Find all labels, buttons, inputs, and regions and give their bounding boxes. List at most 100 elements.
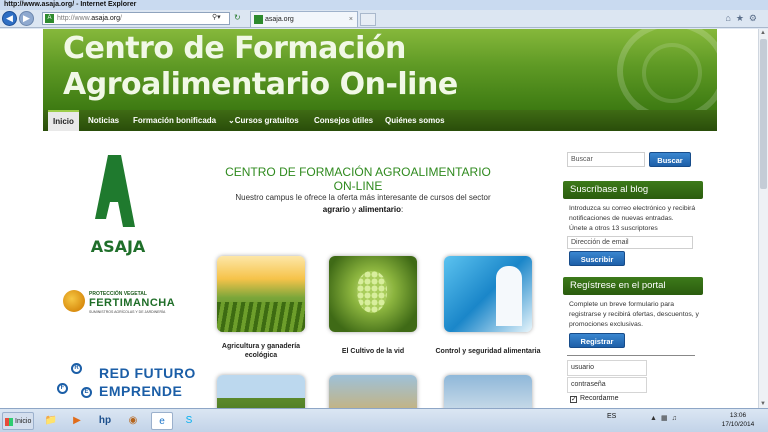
intro-bold-agrario: agrario — [322, 205, 350, 214]
address-domain: asaja.org — [91, 15, 121, 22]
red-circle-e: E — [81, 387, 92, 398]
course-image-seguridad[interactable] — [444, 256, 532, 332]
red-futuro-circles-icon: R F E — [57, 363, 95, 401]
intro-part1: Nuestro campus le ofrece la oferta más i… — [235, 193, 491, 202]
remember-label: Recordarme — [580, 395, 619, 402]
address-suffix: / — [120, 15, 122, 22]
sidebar-divider — [567, 355, 695, 356]
username-field[interactable]: usuario — [567, 360, 647, 376]
settings-gear-icon[interactable]: ⚙ — [749, 13, 762, 23]
fertimancha-mark-icon — [63, 290, 85, 312]
menu-item-inicio[interactable]: Inicio — [48, 110, 79, 131]
refresh-icon[interactable]: ↻ — [234, 13, 241, 22]
close-tab-icon[interactable]: × — [349, 12, 353, 27]
main-menu: Inicio Noticias Formación bonificada ⌄Cu… — [43, 110, 717, 131]
volume-icon[interactable]: ♫ — [672, 415, 681, 422]
clock[interactable]: 13:06 17/10/2014 — [718, 411, 758, 429]
browser-toolbar: ◀ ▶ A http://www.asaja.org/ ⚲▾ ↻ asaja.o… — [0, 10, 768, 28]
hp-icon[interactable]: hp — [94, 412, 116, 430]
course-label-seguridad[interactable]: Control y seguridad alimentaria — [431, 347, 545, 356]
page-viewport: Centro de Formación Agroalimentario On-l… — [0, 29, 758, 408]
address-bar[interactable]: A http://www.asaja.org/ — [42, 12, 230, 25]
tab-favicon-icon — [254, 15, 263, 24]
course-image-5[interactable] — [329, 375, 417, 408]
course-image-4[interactable] — [217, 375, 305, 408]
fertimancha-name: FERTIMANCHA — [89, 297, 176, 309]
app-icon[interactable]: ◉ — [122, 412, 144, 430]
clock-time: 13:06 — [729, 412, 747, 419]
menu-item-consejos-utiles[interactable]: Consejos útiles — [309, 110, 378, 131]
remember-me[interactable]: ✓ Recordarme — [570, 395, 619, 403]
taskbar: Inicio 📁 ▶ hp ◉ e S ES ▲▦♫ 13:06 17/10/2… — [0, 408, 768, 432]
red-circle-r: R — [71, 363, 82, 374]
email-field[interactable]: Dirección de email — [567, 236, 693, 249]
favorites-star-icon[interactable]: ★ — [736, 13, 749, 23]
site-page: Centro de Formación Agroalimentario On-l… — [43, 29, 717, 408]
site-title-line2: Agroalimentario On-line — [63, 67, 458, 102]
fertimancha-logo[interactable]: PROTECCIÓN VEGETAL FERTIMANCHA SUMINISTR… — [59, 288, 201, 318]
asaja-logo-text: ASAJA — [90, 237, 146, 256]
course-image-6[interactable] — [444, 375, 532, 408]
intro-bold-alimentario: alimentario — [358, 205, 402, 214]
intro-text: Nuestro campus le ofrece la oferta más i… — [233, 192, 493, 216]
chevron-down-icon: ⌄ — [228, 116, 235, 125]
red-futuro-emprende-logo[interactable]: R F E RED FUTURO EMPRENDE — [55, 359, 205, 408]
password-field[interactable]: contraseña — [567, 377, 647, 393]
home-icon[interactable]: ⌂ — [725, 13, 735, 23]
clock-date: 17/10/2014 — [721, 421, 755, 428]
menu-item-quienes-somos[interactable]: Quiénes somos — [380, 110, 450, 131]
scroll-up-icon[interactable]: ▲ — [760, 30, 766, 36]
internet-explorer-icon[interactable]: e — [151, 412, 173, 430]
media-player-icon[interactable]: ▶ — [66, 412, 88, 430]
skype-icon[interactable]: S — [178, 412, 200, 430]
site-favicon-icon: A — [45, 14, 54, 23]
course-label-vid[interactable]: El Cultivo de la vid — [325, 347, 421, 356]
scroll-down-icon[interactable]: ▼ — [760, 401, 766, 407]
subscribe-text: Introduzca su correo electrónico y recib… — [569, 205, 696, 222]
page-title: CENTRO DE FORMACIÓN AGROALIMENTARIO ON-L… — [225, 165, 491, 193]
course-image-vid[interactable] — [329, 256, 417, 332]
menu-item-noticias[interactable]: Noticias — [83, 110, 124, 131]
course-label-agricultura[interactable]: Agricultura y ganadería ecológica — [213, 342, 309, 360]
red-circle-f: F — [57, 383, 68, 394]
system-tray: ▲▦♫ — [650, 414, 681, 422]
window-title: http://www.asaja.org/ - Internet Explore… — [0, 0, 768, 10]
register-button[interactable]: Registrar — [569, 333, 625, 348]
browser-tools: ⌂★⚙ — [725, 13, 762, 24]
register-widget-title: Regístrese en el portal — [563, 277, 703, 295]
folder-icon[interactable]: 📁 — [40, 412, 62, 430]
tab-asaja[interactable]: asaja.org × — [250, 11, 358, 27]
search-dropdown-icon[interactable]: ⚲▾ — [212, 12, 230, 23]
menu-item-cursos-gratuitos[interactable]: ⌄Cursos gratuitos — [223, 110, 304, 131]
start-button[interactable]: Inicio — [2, 412, 34, 430]
intro-part3: : — [401, 205, 404, 214]
menu-item-cursos-gratuitos-label: Cursos gratuitos — [234, 116, 299, 125]
tab-label: asaja.org — [265, 16, 294, 23]
network-icon[interactable]: ▦ — [661, 415, 672, 422]
remember-checkbox[interactable]: ✓ — [570, 396, 577, 403]
search-button[interactable]: Buscar — [649, 152, 691, 167]
address-prefix: http://www. — [57, 15, 92, 22]
search-input[interactable]: Buscar — [567, 152, 645, 167]
tray-arrow-icon[interactable]: ▲ — [650, 415, 661, 422]
subscriber-count: Únete a otros 13 suscriptores — [569, 225, 658, 232]
language-indicator[interactable]: ES — [607, 413, 616, 420]
vertical-scrollbar[interactable]: ▲ ▼ — [758, 29, 768, 408]
scrollbar-thumb[interactable] — [760, 39, 767, 189]
new-tab-button[interactable] — [360, 13, 376, 26]
red-futuro-line1: RED FUTURO — [99, 365, 196, 381]
menu-item-formacion-bonificada[interactable]: Formación bonificada — [128, 110, 221, 131]
subscribe-button[interactable]: Suscribir — [569, 251, 625, 266]
course-image-agricultura[interactable] — [217, 256, 305, 332]
site-header: Centro de Formación Agroalimentario On-l… — [43, 29, 717, 110]
red-futuro-line2: EMPRENDE — [99, 383, 183, 399]
site-title-line1: Centro de Formación — [63, 31, 406, 66]
asaja-logo[interactable]: ASAJA — [73, 147, 163, 257]
back-button[interactable]: ◀ — [2, 11, 17, 26]
subscribe-widget-title: Suscríbase al blog — [563, 181, 703, 199]
header-emblem-inner-icon — [642, 43, 702, 103]
register-text: Complete un breve formulario para regist… — [569, 301, 699, 328]
fertimancha-subtitle: SUMINISTROS AGRÍCOLAS Y DE JARDINERÍA — [89, 310, 166, 314]
site-title: Centro de Formación Agroalimentario On-l… — [63, 31, 458, 103]
forward-button[interactable]: ▶ — [19, 11, 34, 26]
